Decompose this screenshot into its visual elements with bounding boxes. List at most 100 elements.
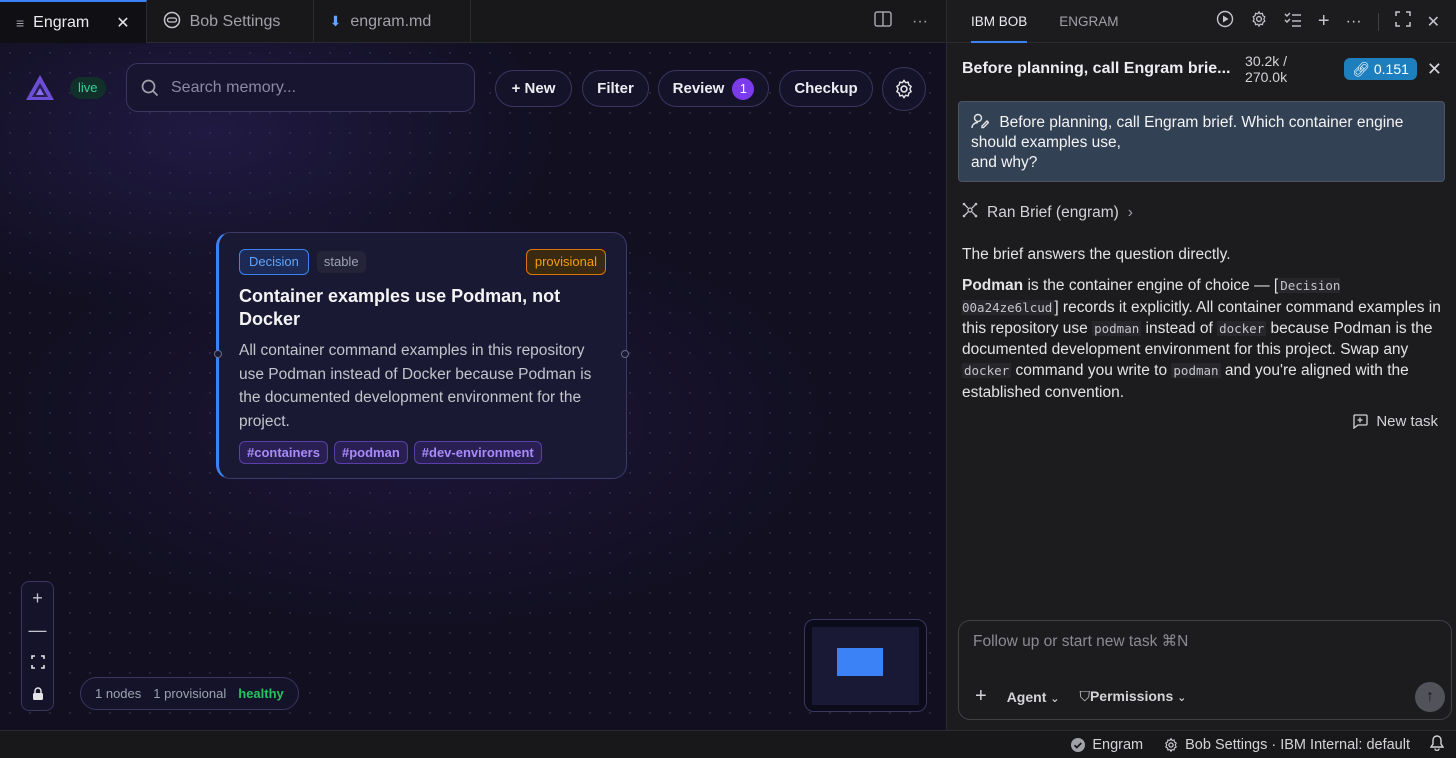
close-icon[interactable]: ✕ — [116, 13, 129, 33]
bell-icon[interactable] — [1429, 734, 1445, 755]
type-tag: Decision — [239, 249, 309, 275]
answer-body: Podman is the container engine of choice… — [962, 275, 1442, 403]
close-icon[interactable]: ✕ — [1427, 12, 1440, 32]
split-editor-icon[interactable] — [874, 11, 892, 32]
tab-engram-md[interactable]: ⬇ engram.md — [314, 0, 471, 43]
gear-icon — [896, 79, 912, 99]
lock-icon[interactable] — [22, 678, 53, 710]
chevron-down-icon: ⌄ — [1177, 692, 1187, 704]
hashtag[interactable]: #podman — [333, 441, 408, 464]
tab-label: Engram — [33, 13, 90, 31]
tab-ibm-bob[interactable]: IBM BOB — [971, 0, 1028, 43]
search-box[interactable] — [126, 63, 475, 112]
menu-lines-icon: ≡ — [16, 14, 25, 31]
task-title: Before planning, call Engram brie... — [962, 60, 1231, 77]
memory-node-card[interactable]: Decision stable provisional Container ex… — [216, 232, 627, 479]
tool-call-row[interactable]: Ran Brief (engram) › — [962, 202, 1133, 223]
checkup-button[interactable]: Checkup — [779, 70, 873, 107]
provisional-count: 1 provisional — [153, 686, 227, 701]
cost-badge: 🔗︎ 0.151 — [1344, 58, 1417, 80]
hashtag-list: #containers #podman #dev-environment — [239, 441, 606, 464]
markdown-down-arrow-icon: ⬇ — [329, 13, 342, 29]
assistant-answer: The brief answers the question directly.… — [962, 244, 1442, 413]
connection-handle-right[interactable] — [621, 350, 629, 358]
arrow-up-icon: ↑ — [1426, 688, 1434, 705]
settings-button[interactable] — [882, 67, 926, 111]
fit-view-icon[interactable] — [22, 646, 53, 678]
prompt-line-2: and why? — [971, 154, 1038, 171]
tab-engram-panel[interactable]: ENGRAM — [1059, 0, 1118, 43]
close-task-icon[interactable]: ✕ — [1427, 59, 1442, 80]
minimap[interactable] — [804, 619, 927, 712]
editor-actions: ··· — [874, 0, 928, 43]
answer-intro: The brief answers the question directly. — [962, 246, 1231, 263]
code-podman: podman — [1171, 363, 1221, 379]
hashtag[interactable]: #dev-environment — [413, 441, 542, 464]
gear-icon — [1165, 737, 1178, 752]
health-status: healthy — [238, 686, 284, 701]
app-window: ≡ Engram ✕ Bob Settings ⬇ engram.md ··· — [0, 0, 1456, 758]
card-title: Container examples use Podman, not Docke… — [239, 286, 561, 329]
review-count-badge: 1 — [732, 77, 755, 100]
chevron-right-icon: › — [1127, 203, 1133, 221]
more-actions-icon[interactable]: ··· — [912, 13, 928, 31]
robot-icon — [163, 11, 181, 32]
connection-handle-left[interactable] — [214, 350, 222, 358]
search-icon — [141, 79, 159, 96]
send-button[interactable]: ↑ — [1415, 682, 1445, 712]
review-button[interactable]: Review 1 — [658, 70, 769, 107]
more-actions-icon[interactable]: ··· — [1346, 13, 1362, 31]
task-header: Before planning, call Engram brie... 30.… — [962, 52, 1442, 86]
permissions-select[interactable]: ⛉Permissions ⌄ — [1079, 688, 1186, 705]
user-prompt: Before planning, call Engram brief. Whic… — [958, 101, 1445, 182]
attach-plus-icon[interactable]: + — [975, 685, 987, 708]
code-docker: docker — [962, 363, 1012, 379]
tab-label: Bob Settings — [189, 12, 281, 30]
minimap-viewport — [812, 627, 919, 705]
answer-text: instead of — [1141, 319, 1218, 337]
status-settings-label: Bob Settings · IBM Internal: default — [1185, 736, 1410, 753]
graph-status-pill: 1 nodes 1 provisional healthy — [80, 677, 299, 710]
composer: + Agent ⌄ ⛉Permissions ⌄ ↑ — [958, 620, 1452, 720]
plus-icon[interactable]: + — [1318, 10, 1330, 33]
engram-logo-icon — [26, 75, 54, 100]
check-circle-icon — [1071, 737, 1086, 752]
composer-tools: + Agent ⌄ ⛉Permissions ⌄ — [975, 685, 1186, 708]
stability-tag: stable — [316, 251, 366, 273]
zoom-in-icon[interactable]: + — [22, 582, 53, 614]
hashtag[interactable]: #containers — [239, 441, 328, 464]
panel-actions: + ··· ✕ — [1216, 0, 1440, 43]
user-icon — [971, 113, 999, 131]
new-task-icon — [1353, 414, 1368, 429]
token-usage: 30.2k / 270.0k — [1245, 53, 1288, 85]
card-body: All container command examples in this r… — [239, 342, 592, 430]
review-label: Review — [672, 80, 725, 97]
zoom-out-icon[interactable]: — — [22, 614, 53, 646]
play-icon[interactable] — [1216, 10, 1234, 33]
checklist-icon[interactable] — [1284, 11, 1302, 32]
editor-tabbar: ≡ Engram ✕ Bob Settings ⬇ engram.md ··· — [0, 0, 946, 43]
code-podman: podman — [1092, 320, 1142, 336]
status-bar: Engram Bob Settings · IBM Internal: defa… — [0, 730, 1456, 758]
memory-graph-canvas[interactable]: live + New Filter Review 1 Checkup Decis… — [0, 43, 946, 730]
filter-button[interactable]: Filter — [582, 70, 649, 107]
status-bob-settings[interactable]: Bob Settings · IBM Internal: default — [1163, 737, 1410, 753]
cost-value: 0.151 — [1373, 61, 1409, 77]
node-count: 1 nodes — [95, 686, 142, 701]
code-docker: docker — [1217, 320, 1267, 336]
status-engram[interactable]: Engram — [1070, 737, 1143, 753]
status-engram-label: Engram — [1092, 736, 1144, 753]
fullscreen-icon[interactable] — [1394, 11, 1411, 32]
agent-mode-select[interactable]: Agent ⌄ — [1007, 689, 1060, 705]
search-input[interactable] — [171, 78, 451, 97]
answer-text: is the container engine of choice — [ — [1023, 277, 1279, 295]
new-task-button[interactable]: New task — [1352, 413, 1438, 430]
shield-icon: ⛉ — [1079, 688, 1090, 704]
gear-icon[interactable] — [1250, 10, 1268, 33]
tab-engram[interactable]: ≡ Engram ✕ — [0, 0, 147, 43]
tab-bob-settings[interactable]: Bob Settings — [147, 0, 314, 43]
chevron-down-icon: ⌄ — [1050, 692, 1060, 705]
new-button[interactable]: + New — [495, 70, 572, 107]
tool-call-label: Ran Brief (engram) — [987, 203, 1119, 221]
message-input[interactable] — [973, 633, 1413, 651]
